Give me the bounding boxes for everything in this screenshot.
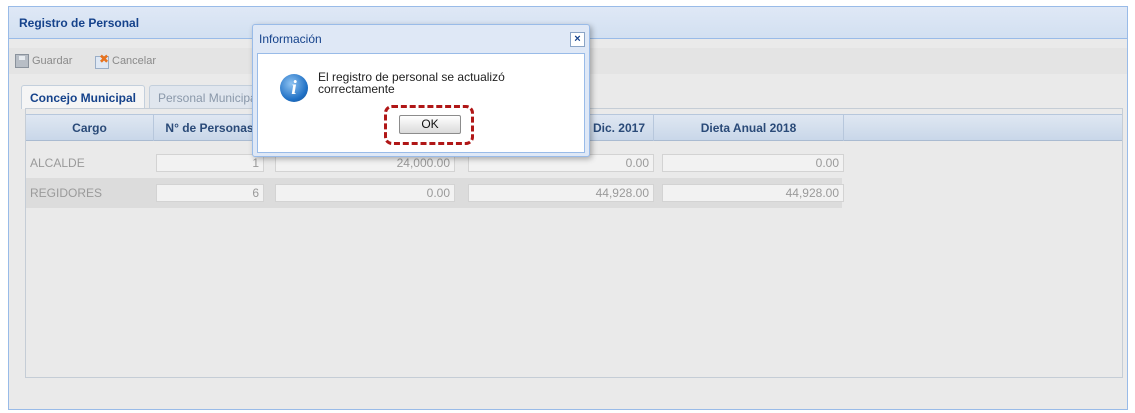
tab-concejo-municipal[interactable]: Concejo Municipal	[21, 85, 145, 109]
panel-title: Registro de Personal	[19, 16, 140, 30]
cancel-label: Cancelar	[112, 55, 157, 67]
column-header-personas: N° de Personas	[154, 115, 266, 141]
cancel-icon	[95, 52, 109, 69]
info-icon: i	[280, 74, 308, 102]
save-label: Guardar	[32, 55, 73, 67]
dieta-2017-input[interactable]: 44,928.00	[468, 184, 654, 202]
cancel-button[interactable]: Cancelar	[95, 52, 156, 70]
column-header-cargo: Cargo	[26, 115, 154, 141]
personas-input[interactable]: 1	[156, 154, 264, 172]
personas-input[interactable]: 6	[156, 184, 264, 202]
table-row: REGIDORES 6 0.00 44,928.00 44,928.00	[26, 178, 844, 208]
dialog-title: Información	[259, 32, 322, 46]
tab-personal-municipal[interactable]: Personal Municipal	[149, 85, 259, 108]
dieta-2018-input[interactable]: 44,928.00	[662, 184, 844, 202]
save-button[interactable]: Guardar	[15, 52, 72, 70]
dialog-header[interactable]: Información ×	[253, 25, 589, 53]
dieta-2018-input[interactable]: 0.00	[662, 154, 844, 172]
row-cargo-label: ALCALDE	[30, 156, 85, 170]
ok-button[interactable]: OK	[399, 115, 461, 134]
row-cargo-label: REGIDORES	[30, 186, 103, 200]
column-header-dieta-2018: Dieta Anual 2018	[654, 115, 844, 141]
save-icon	[15, 54, 29, 68]
close-icon[interactable]: ×	[570, 32, 585, 47]
info-dialog: Información × i El registro de personal …	[252, 24, 590, 157]
monto1-input[interactable]: 0.00	[275, 184, 455, 202]
dialog-body: i El registro de personal se actualizó c…	[257, 53, 585, 153]
dialog-message: El registro de personal se actualizó cor…	[318, 70, 505, 96]
